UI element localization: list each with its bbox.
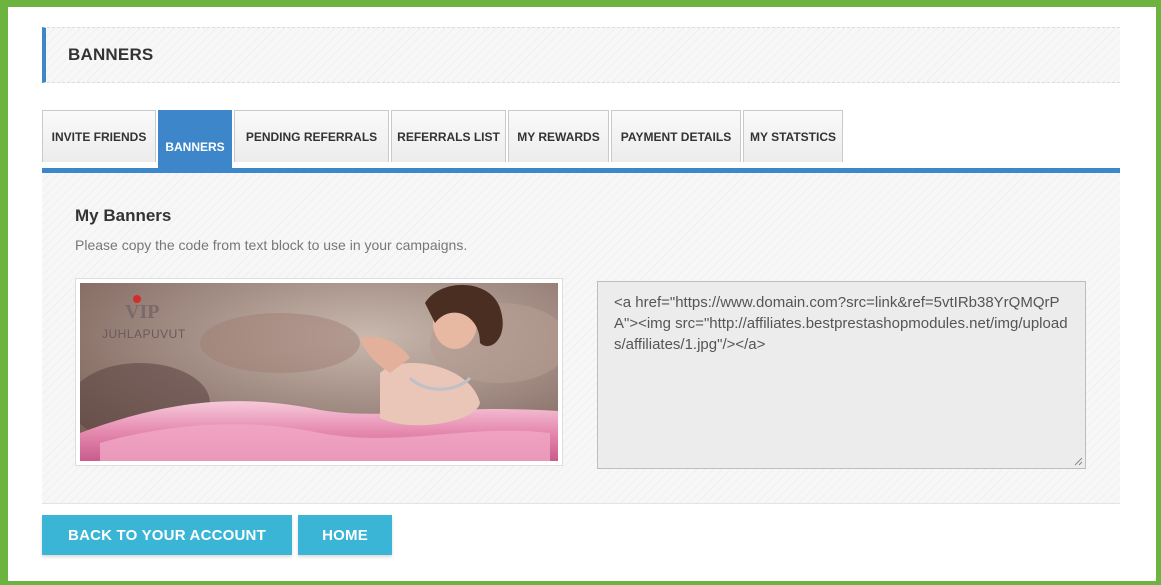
banner-preview: VIP JUHLAPUVUT: [75, 278, 563, 466]
tab-label: MY REWARDS: [517, 129, 600, 144]
resize-grip-icon[interactable]: [1074, 457, 1083, 466]
page-header: BANNERS: [42, 27, 1120, 83]
tab-label: INVITE FRIENDS: [51, 129, 147, 144]
tab-my-statistics[interactable]: MY STATSTICS: [743, 110, 843, 162]
tab-payment-details[interactable]: PAYMENT DETAILS: [611, 110, 741, 162]
page-title: BANNERS: [68, 45, 154, 64]
tab-label: REFERRALS LIST: [397, 129, 500, 144]
tab-label: PAYMENT DETAILS: [620, 129, 732, 144]
home-button[interactable]: HOME: [298, 515, 392, 555]
tab-pending-referrals[interactable]: PENDING REFERRALS: [234, 110, 389, 162]
tab-label: MY STATSTICS: [749, 129, 836, 144]
tab-referrals-list[interactable]: REFERRALS LIST: [391, 110, 506, 162]
banner-code-textarea[interactable]: <a href="https://www.domain.com?src=link…: [597, 281, 1086, 469]
banner-logo-subtext: JUHLAPUVUT: [102, 327, 186, 341]
tab-my-rewards[interactable]: MY REWARDS: [508, 110, 609, 162]
section-description: Please copy the code from text block to …: [75, 237, 468, 253]
banner-image: VIP JUHLAPUVUT: [80, 283, 558, 461]
back-to-account-button[interactable]: BACK TO YOUR ACCOUNT: [42, 515, 292, 555]
tab-label: PENDING REFERRALS: [245, 129, 378, 144]
tab-invite-friends[interactable]: INVITE FRIENDS: [42, 110, 156, 162]
tab-label: BANNERS: [165, 139, 225, 154]
banner-logo-text: VIP: [125, 301, 160, 323]
banners-panel: My Banners Please copy the code from tex…: [42, 173, 1120, 504]
banner-code-text: <a href="https://www.domain.com?src=link…: [614, 294, 1068, 353]
tab-banners[interactable]: BANNERS: [158, 110, 232, 170]
section-title: My Banners: [75, 206, 172, 225]
